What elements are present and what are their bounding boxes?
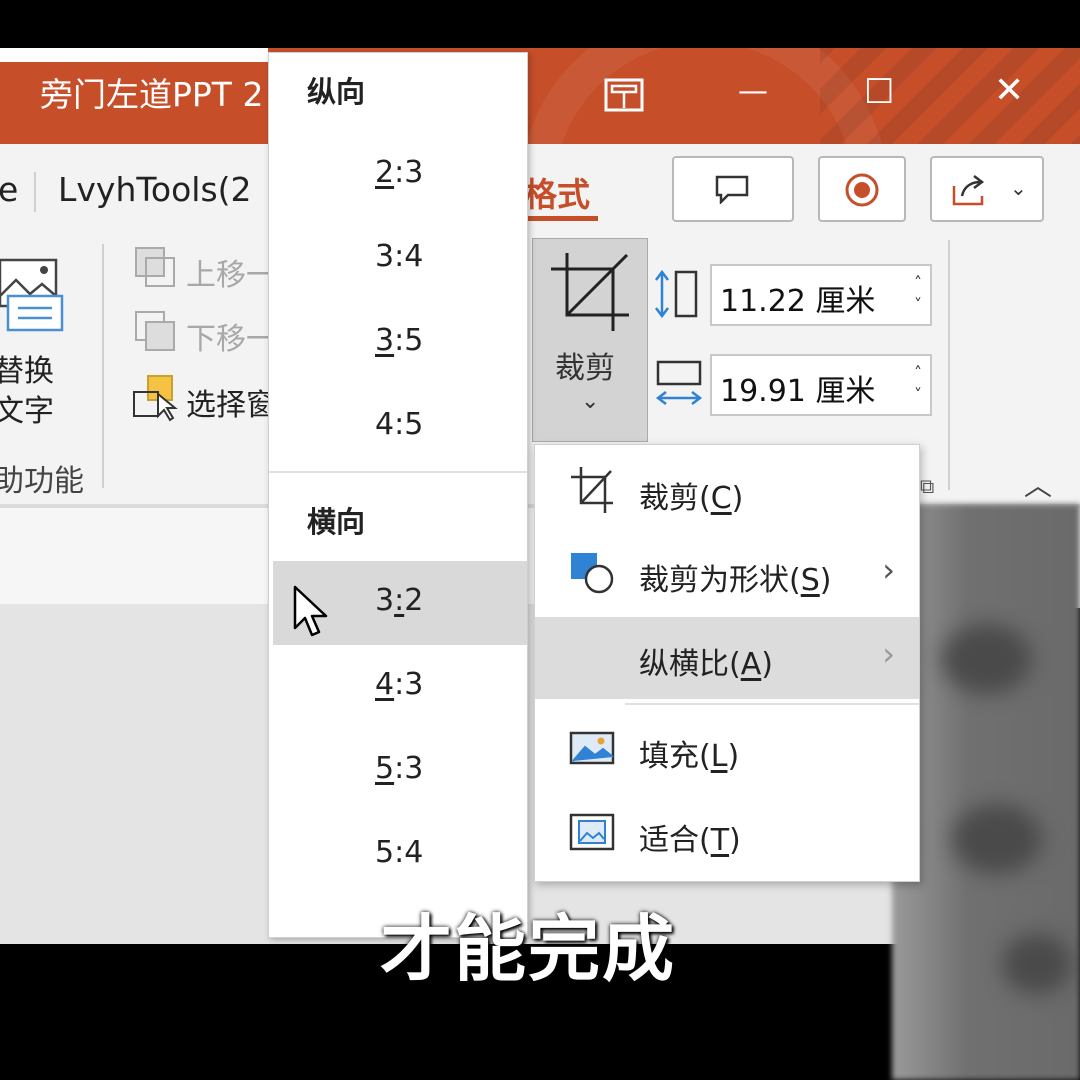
tab-format-underline — [524, 216, 598, 221]
width-field[interactable]: 19.91 厘米 ˄ ˅ — [710, 354, 932, 416]
height-icon — [655, 269, 698, 319]
video-subtitle: 才能完成 — [380, 907, 677, 991]
crop-menu-item-fill[interactable]: 填充(L) — [535, 709, 919, 791]
bring-forward-label[interactable]: 上移一 — [186, 250, 276, 294]
alt-text-label-2[interactable]: 文字 — [0, 386, 54, 430]
dialog-launcher-icon[interactable]: ⧉ — [920, 474, 934, 498]
ratio-item-3-4[interactable]: 3:4 — [269, 217, 527, 301]
height-value: 11.22 厘米 — [720, 284, 876, 319]
ratio-item-4-3[interactable]: 4:3 — [269, 645, 527, 729]
maximize-button[interactable]: ☐ — [864, 72, 894, 112]
tab-format[interactable]: 格式 — [524, 168, 590, 216]
comment-icon — [715, 175, 749, 204]
alt-text-label-1[interactable]: 替换 — [0, 346, 54, 390]
tab-lvyhtools[interactable]: LvyhTools(2 — [58, 170, 252, 209]
fill-image-icon — [569, 731, 615, 765]
share-chevron-down-icon: ⌄ — [1010, 176, 1027, 200]
close-button[interactable]: ✕ — [994, 70, 1024, 111]
record-icon — [845, 173, 879, 207]
access-key: S — [800, 563, 820, 598]
crop-menu-item-crop-to-shape[interactable]: 裁剪为形状(S) › — [535, 533, 919, 615]
fit-image-icon — [569, 813, 615, 851]
ratio-item-4-5[interactable]: 4:5 — [269, 385, 527, 469]
layout-icon[interactable] — [604, 78, 644, 112]
submenu-arrow-icon: › — [882, 635, 895, 673]
tab-separator — [34, 172, 36, 212]
access-key: 2 — [375, 155, 395, 190]
ratio-item-5-4[interactable]: 5:4 — [269, 813, 527, 897]
crop-button[interactable]: 裁剪 ⌄ — [532, 238, 648, 442]
group-separator-2 — [948, 240, 950, 490]
access-key: 4 — [375, 667, 395, 702]
alt-text-icon — [0, 258, 64, 332]
collapse-ribbon-icon[interactable]: ︿ — [1024, 464, 1052, 504]
access-key: A — [740, 647, 762, 682]
crop-menu-item-fit[interactable]: 适合(T) — [535, 793, 919, 875]
title-bar-highlight — [0, 48, 268, 62]
crop-icon — [571, 467, 613, 513]
crop-icon — [551, 253, 629, 331]
mouse-cursor-icon — [293, 585, 328, 637]
group-accessibility-label: 助功能 — [0, 464, 84, 499]
group-separator — [102, 244, 104, 488]
crop-chevron-down-icon: ⌄ — [581, 389, 600, 414]
shape-crop-icon — [571, 553, 614, 594]
menu-separator — [269, 471, 527, 473]
access-key: L — [710, 739, 728, 774]
selection-pane-label[interactable]: 选择窗 — [186, 380, 276, 424]
menu-separator — [625, 703, 919, 705]
crop-menu-item-aspect-ratio[interactable]: 纵横比(A) › — [535, 617, 919, 699]
blurred-background — [892, 504, 1080, 1080]
comments-button[interactable] — [672, 156, 794, 222]
title-bar: 旁门左道PPT 2 — ☐ ✕ — [0, 48, 1080, 144]
landscape-header: 横向 — [307, 505, 366, 539]
height-field[interactable]: 11.22 厘米 ˄ ˅ — [710, 264, 932, 326]
ratio-item-5-3[interactable]: 5:3 — [269, 729, 527, 813]
tab-partial[interactable]: e — [0, 170, 18, 209]
access-key: T — [710, 823, 730, 858]
width-value: 19.91 厘米 — [720, 374, 876, 409]
crop-menu-item-crop[interactable]: 裁剪(C) — [535, 451, 919, 533]
window-title: 旁门左道PPT 2 — [40, 75, 264, 114]
bring-forward-icon — [135, 247, 175, 287]
submenu-arrow-icon: › — [882, 551, 895, 589]
ratio-item-3-5[interactable]: 3:5 — [269, 301, 527, 385]
access-key: 5 — [375, 751, 395, 786]
access-key: C — [710, 481, 732, 516]
height-spinner-icon[interactable]: ˄ ˅ — [914, 272, 922, 316]
send-backward-icon — [135, 311, 175, 351]
aspect-ratio-menu: 纵向 2:3 3:4 3:5 4:5 横向 3: 2 4:3 5:3 5:4 — [268, 52, 528, 938]
portrait-header: 纵向 — [307, 75, 366, 109]
record-button[interactable] — [818, 156, 906, 222]
ratio-item-2-3[interactable]: 2:3 — [269, 133, 527, 217]
send-backward-label[interactable]: 下移一 — [186, 314, 276, 358]
selection-pane-icon — [133, 375, 178, 422]
width-spinner-icon[interactable]: ˄ ˅ — [914, 362, 922, 406]
access-key: 3 — [375, 323, 395, 358]
crop-dropdown-menu: 裁剪(C) 裁剪为形状(S) › 纵横比(A) › 填充(L) 适合(T) — [534, 444, 920, 882]
access-key: : — [394, 583, 405, 618]
width-icon — [655, 360, 703, 405]
share-icon — [952, 175, 985, 206]
share-button[interactable]: ⌄ — [930, 156, 1044, 222]
crop-label: 裁剪 — [555, 351, 615, 386]
minimize-button[interactable]: — — [738, 74, 768, 109]
